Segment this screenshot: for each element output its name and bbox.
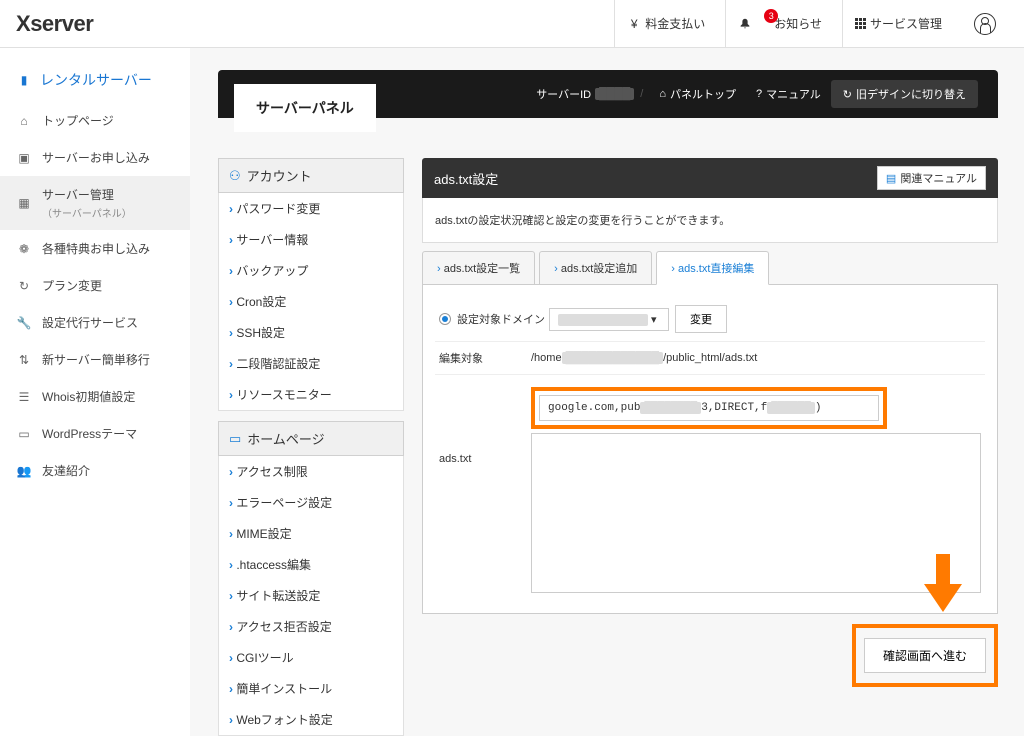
account-item-3[interactable]: Cron設定 [219, 286, 403, 317]
manual-link[interactable]: ? マニュアル [746, 86, 831, 102]
path-display: /home████████████/public_html/ads.txt [531, 352, 757, 364]
account-icon [974, 13, 996, 35]
old-design-button[interactable]: ↻ 旧デザインに切り替え [831, 80, 978, 108]
domain-radio[interactable] [439, 313, 451, 325]
account-item-6[interactable]: リソースモニター [219, 379, 403, 410]
yen-icon: ¥ [627, 17, 641, 31]
nav-notice[interactable]: 3 お知らせ [725, 0, 834, 48]
book-icon: ▤ [886, 172, 896, 185]
change-button[interactable]: 変更 [675, 305, 727, 333]
nav-account[interactable] [962, 0, 1008, 48]
tab-2[interactable]: ads.txt直接編集 [656, 251, 769, 285]
sidebar-item-0[interactable]: ⌂トップページ [0, 102, 190, 139]
server-id-label: サーバーID [536, 86, 591, 102]
homepage-item-4[interactable]: サイト転送設定 [219, 580, 403, 611]
sidebar-icon: ⇅ [16, 352, 32, 368]
sidebar-item-6[interactable]: ⇅新サーバー簡単移行 [0, 341, 190, 378]
account-item-4[interactable]: SSH設定 [219, 317, 403, 348]
notice-badge: 3 [764, 9, 778, 23]
sidebar-item-7[interactable]: ☰Whois初期値設定 [0, 378, 190, 415]
sidebar-icon: 🔧 [16, 315, 32, 331]
adstxt-textarea[interactable] [531, 433, 981, 593]
page-title: ads.txt設定 [434, 169, 498, 188]
confirm-button[interactable]: 確認画面へ進む [864, 638, 986, 673]
homepage-item-2[interactable]: MIME設定 [219, 518, 403, 549]
sidebar-icon: ▦ [16, 195, 32, 211]
account-item-5[interactable]: 二段階認証設定 [219, 348, 403, 379]
page-header: ads.txt設定 ▤ 関連マニュアル [422, 158, 998, 198]
left-sidebar: ▮ レンタルサーバー ⌂トップページ▣サーバーお申し込み▦サーバー管理（サーバー… [0, 48, 190, 736]
edit-target-label: 編集対象 [439, 350, 531, 366]
sidebar-icon: ⌂ [16, 113, 32, 129]
nav-billing-label: 料金支払い [645, 15, 705, 32]
nav-service[interactable]: サービス管理 [842, 0, 954, 48]
account-section-head: ⚇ アカウント [218, 158, 404, 193]
sidebar-item-5[interactable]: 🔧設定代行サービス [0, 304, 190, 341]
top-bar: XXserverserver ¥ 料金支払い 3 お知らせ サービス管理 [0, 0, 1024, 48]
form-box: 設定対象ドメイン ▾ 変更 編集対象 /home████████████/pub… [422, 284, 998, 614]
nav-notice-label: お知らせ [774, 15, 822, 32]
server-id-value: ████ [595, 88, 634, 100]
sidebar-icon: ▣ [16, 150, 32, 166]
account-item-0[interactable]: パスワード変更 [219, 193, 403, 224]
sidebar-icon: ↻ [16, 278, 32, 294]
bell-icon [738, 17, 752, 31]
grid-icon [855, 18, 866, 29]
window-icon: ▭ [229, 431, 241, 447]
top-nav: ¥ 料金支払い 3 お知らせ サービス管理 [614, 0, 1008, 48]
homepage-item-7[interactable]: 簡単インストール [219, 673, 403, 704]
adstxt-input[interactable]: google.com,pub████████3,DIRECT,f██████) [539, 395, 879, 421]
sidebar-item-1[interactable]: ▣サーバーお申し込み [0, 139, 190, 176]
sidebar-title: ▮ レンタルサーバー [0, 58, 190, 102]
account-item-1[interactable]: サーバー情報 [219, 224, 403, 255]
nav-service-label: サービス管理 [870, 15, 942, 32]
account-item-2[interactable]: バックアップ [219, 255, 403, 286]
nav-billing[interactable]: ¥ 料金支払い [614, 0, 717, 48]
sidebar-icon: ❁ [16, 241, 32, 257]
page-description: ads.txtの設定状況確認と設定の変更を行うことができます。 [422, 198, 998, 243]
sidebar-item-8[interactable]: ▭WordPressテーマ [0, 415, 190, 452]
sidebar-item-9[interactable]: 👥友達紹介 [0, 452, 190, 489]
homepage-item-0[interactable]: アクセス制限 [219, 456, 403, 487]
panel-title: サーバーパネル [234, 84, 376, 132]
adstxt-highlight-box: google.com,pub████████3,DIRECT,f██████) [531, 387, 887, 429]
sidebar-icon: ☰ [16, 389, 32, 405]
tab-list: ads.txt設定一覧ads.txt設定追加ads.txt直接編集 [422, 251, 998, 285]
brand-logo: XXserverserver [16, 11, 614, 37]
homepage-item-1[interactable]: エラーページ設定 [219, 487, 403, 518]
domain-label: 設定対象ドメイン [457, 311, 549, 327]
homepage-item-5[interactable]: アクセス拒否設定 [219, 611, 403, 642]
homepage-item-6[interactable]: CGIツール [219, 642, 403, 673]
secondary-nav: ⚇ アカウント パスワード変更サーバー情報バックアップCron設定SSH設定二段… [218, 158, 404, 736]
submit-highlight-box: 確認画面へ進む [852, 624, 998, 687]
homepage-item-8[interactable]: Webフォント設定 [219, 704, 403, 735]
sidebar-item-2[interactable]: ▦サーバー管理（サーバーパネル） [0, 176, 190, 230]
domain-select[interactable]: ▾ [549, 308, 669, 331]
panel-bar: サーバーパネル サーバーID ████ / ⌂ パネルトップ ? マニュアル ↻… [218, 70, 998, 118]
arrow-annotation [918, 554, 968, 617]
sidebar-icon: ▭ [16, 426, 32, 442]
sidebar-item-3[interactable]: ❁各種特典お申し込み [0, 230, 190, 267]
server-icon: ▮ [16, 72, 32, 88]
homepage-section-head: ▭ ホームページ [218, 421, 404, 456]
person-icon: ⚇ [229, 168, 241, 184]
tab-1[interactable]: ads.txt設定追加 [539, 251, 652, 285]
sidebar-icon: 👥 [16, 463, 32, 479]
related-manual-button[interactable]: ▤ 関連マニュアル [877, 166, 986, 190]
adstxt-label: ads.txt [439, 383, 531, 465]
homepage-item-3[interactable]: .htaccess編集 [219, 549, 403, 580]
sidebar-item-4[interactable]: ↻プラン変更 [0, 267, 190, 304]
panel-top-link[interactable]: ⌂ パネルトップ [649, 86, 746, 102]
tab-0[interactable]: ads.txt設定一覧 [422, 251, 535, 285]
